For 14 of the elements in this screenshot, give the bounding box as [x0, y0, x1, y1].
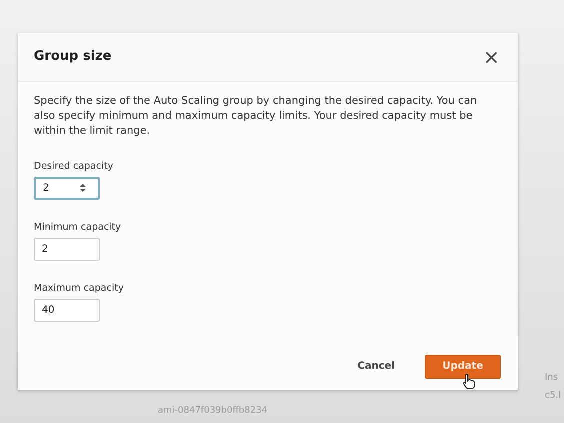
- number-input[interactable]: 2: [34, 176, 100, 200]
- ami-id-text: ami-0847f039b0ffb8234: [158, 406, 268, 416]
- field-label: Maximum capacity: [34, 282, 124, 294]
- dialog-title: Group size: [34, 49, 112, 64]
- text-input[interactable]: 40: [34, 298, 100, 322]
- column-text: Ins: [545, 373, 560, 383]
- spinner-icon[interactable]: [80, 183, 86, 194]
- close-button[interactable]: ×: [481, 46, 502, 67]
- description-text: Specify the size of the Auto Scaling group by changing the desired capacity. You can also specify minimum and maximum capacity limits. Your desired capacity must be within the limit range.: [34, 94, 478, 139]
- field-label: Desired capacity: [34, 160, 114, 172]
- column-text: c5.l: [545, 391, 562, 401]
- cancel-button[interactable]: Cancel: [352, 360, 401, 374]
- field-label: Minimum capacity: [34, 222, 122, 233]
- text-input[interactable]: 2: [34, 238, 100, 261]
